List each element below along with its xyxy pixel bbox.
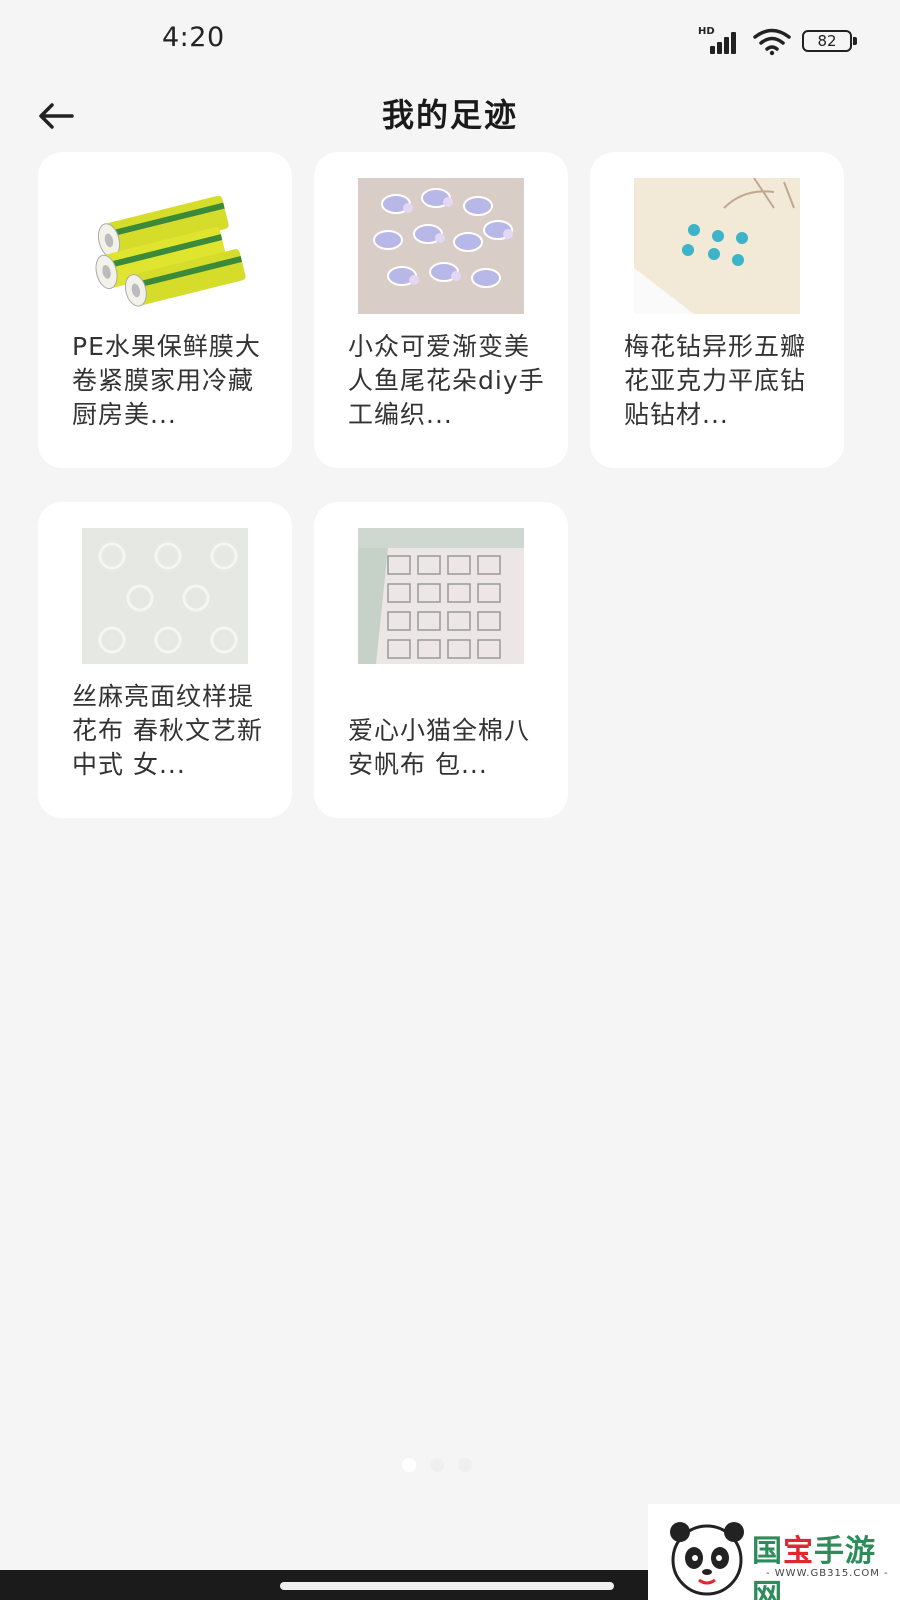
- status-bar: 4:20 HD 82: [0, 0, 900, 84]
- product-title: 梅花钻异形五瓣花亚克力平底钻贴钻材...: [624, 332, 807, 429]
- battery-indicator: 82: [802, 30, 857, 52]
- footprint-grid: PE水果保鲜膜大卷紧膜家用冷藏厨房美... 小众可爱渐变美人鱼尾花朵diy手工编…: [38, 152, 850, 818]
- network-type-label: HD: [698, 26, 715, 37]
- product-image-mermaid-flowers: [358, 178, 524, 314]
- header: 我的足迹: [0, 84, 900, 148]
- home-indicator[interactable]: [280, 1582, 614, 1590]
- product-card[interactable]: 小众可爱渐变美人鱼尾花朵diy手工编织...: [314, 152, 568, 468]
- product-title: 丝麻亮面纹样提花布 春秋文艺新中式 女...: [72, 682, 263, 779]
- page-dot: [430, 1458, 444, 1472]
- watermark-brand: 国宝手游网: [752, 1534, 876, 1600]
- status-icons: HD 82: [698, 24, 857, 58]
- product-card[interactable]: PE水果保鲜膜大卷紧膜家用冷藏厨房美...: [38, 152, 292, 468]
- page-indicator: [402, 1458, 472, 1472]
- product-title: 小众可爱渐变美人鱼尾花朵diy手工编织...: [348, 332, 545, 429]
- page-title: 我的足迹: [381, 96, 518, 134]
- panda-mascot-icon: [670, 1522, 744, 1596]
- product-card[interactable]: 梅花钻异形五瓣花亚克力平底钻贴钻材...: [590, 152, 844, 468]
- watermark-url: - WWW.GB315.COM -: [766, 1568, 889, 1579]
- status-time: 4:20: [162, 22, 225, 53]
- watermark-logo: 国宝手游网 - WWW.GB315.COM -: [648, 1504, 900, 1600]
- product-image-cling-film: [82, 178, 248, 314]
- product-title: 爱心小猫全棉八安帆布 包...: [348, 716, 531, 779]
- product-card[interactable]: 爱心小猫全棉八安帆布 包...: [314, 502, 568, 818]
- page-dot-active: [402, 1458, 416, 1472]
- product-image-rhinestones: [634, 178, 800, 314]
- product-card[interactable]: 丝麻亮面纹样提花布 春秋文艺新中式 女...: [38, 502, 292, 818]
- wifi-icon: [753, 28, 791, 56]
- page-dot: [458, 1458, 472, 1472]
- cellular-signal-icon: HD: [698, 26, 742, 56]
- product-image-cat-canvas: [358, 528, 524, 664]
- product-title: PE水果保鲜膜大卷紧膜家用冷藏厨房美...: [72, 332, 261, 429]
- product-image-jacquard-fabric: [82, 528, 248, 664]
